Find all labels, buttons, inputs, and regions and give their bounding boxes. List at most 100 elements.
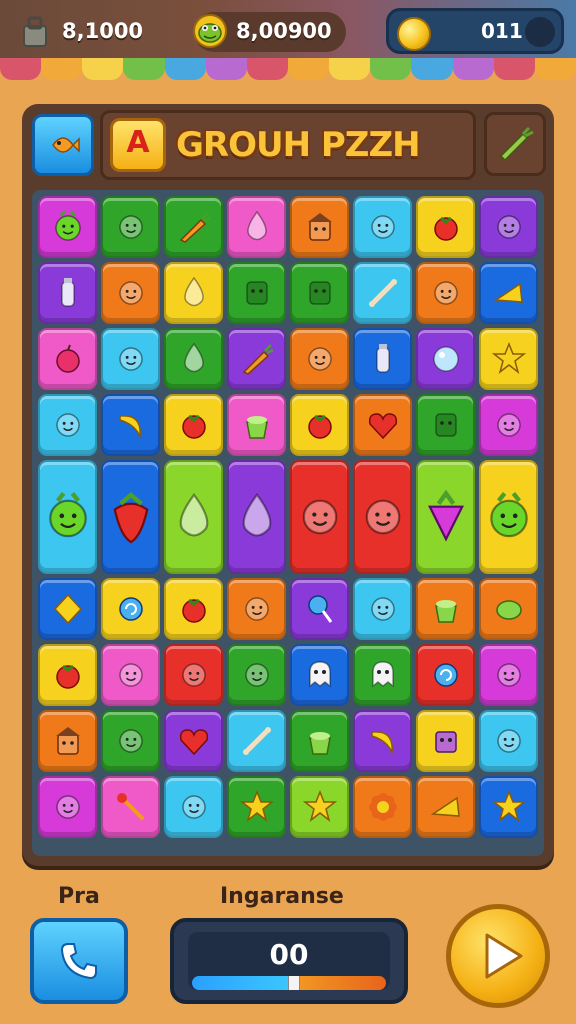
carrot-button[interactable]: [484, 112, 546, 176]
play-icon: [485, 933, 523, 979]
tile-cyan-frog[interactable]: [38, 460, 97, 574]
tile-green-toast[interactable]: [227, 262, 286, 324]
tile-red-face[interactable]: [353, 460, 412, 574]
tile-green-ghost[interactable]: [353, 644, 412, 706]
cheese-icon: [430, 796, 460, 817]
meter-thumb[interactable]: [287, 976, 300, 990]
tile-blue-skull[interactable]: [290, 644, 349, 706]
tile-orange-face[interactable]: [101, 262, 160, 324]
tile-pink-apple[interactable]: [38, 328, 97, 390]
star-icon: [302, 789, 337, 822]
tile-orange-face[interactable]: [227, 578, 286, 640]
tile-yellow-robot[interactable]: [416, 710, 475, 772]
robot-icon: [434, 731, 457, 753]
left-label: Pra: [58, 884, 100, 909]
tile-cyan-face[interactable]: [164, 776, 223, 838]
fish-button[interactable]: [32, 114, 94, 176]
tile-cyan-face[interactable]: [38, 394, 97, 456]
tile-purple-carrot[interactable]: [227, 328, 286, 390]
face-icon: [244, 597, 269, 621]
tile-magenta-frog[interactable]: [38, 196, 97, 258]
tile-cyan-face[interactable]: [353, 196, 412, 258]
tile-yellow-berry[interactable]: [290, 394, 349, 456]
tile-red-swirl[interactable]: [416, 644, 475, 706]
tile-green-face[interactable]: [101, 196, 160, 258]
tile-yellow-frog[interactable]: [479, 460, 538, 574]
cheese-icon: [493, 282, 523, 303]
tile-pink-face[interactable]: [101, 644, 160, 706]
tile-green-face[interactable]: [101, 710, 160, 772]
tile-blue-bottle[interactable]: [353, 328, 412, 390]
tile-purple-face[interactable]: [479, 196, 538, 258]
tile-blue-cheese[interactable]: [479, 262, 538, 324]
tile-green-face[interactable]: [227, 644, 286, 706]
star-icon: [491, 341, 526, 374]
tile-yellow-berry[interactable]: [164, 394, 223, 456]
tile-lime-drop[interactable]: [164, 460, 223, 574]
tile-orange-flower[interactable]: [353, 776, 412, 838]
tile-cyan-bone[interactable]: [353, 262, 412, 324]
tile-orange-face[interactable]: [290, 328, 349, 390]
tile-pink-wand[interactable]: [101, 776, 160, 838]
tile-purple-drop[interactable]: [227, 460, 286, 574]
tile-cyan-face[interactable]: [101, 328, 160, 390]
tile-orange-cheese[interactable]: [416, 776, 475, 838]
tile-green-cake[interactable]: [290, 710, 349, 772]
tile-green-drop[interactable]: [164, 328, 223, 390]
tile-yellow-berry[interactable]: [38, 644, 97, 706]
tile-yellow-berry[interactable]: [164, 578, 223, 640]
title-badge: A: [110, 118, 166, 172]
play-button[interactable]: [446, 904, 550, 1008]
tile-purple-bottle[interactable]: [38, 262, 97, 324]
tile-lime-cone[interactable]: [416, 460, 475, 574]
face-icon: [118, 347, 143, 371]
board-title: GROUH PZZH: [176, 125, 421, 165]
tile-blue-banana[interactable]: [101, 394, 160, 456]
tile-orange-heart[interactable]: [353, 394, 412, 456]
tile-orange-face[interactable]: [416, 262, 475, 324]
coin-add-button[interactable]: [525, 17, 555, 47]
tile-orange-house[interactable]: [38, 710, 97, 772]
bottle-icon: [60, 278, 75, 307]
tile-pink-drop[interactable]: [227, 196, 286, 258]
tile-orange-leaf[interactable]: [479, 578, 538, 640]
tile-cyan-bone[interactable]: [227, 710, 286, 772]
tile-cyan-face[interactable]: [353, 578, 412, 640]
phone-button[interactable]: [30, 918, 128, 1004]
frog-icon: [489, 492, 528, 538]
coin-counter[interactable]: 011: [386, 8, 564, 54]
tile-cyan-face[interactable]: [479, 710, 538, 772]
tile-orange-cake[interactable]: [416, 578, 475, 640]
tile-magenta-face[interactable]: [479, 644, 538, 706]
tile-yellow-star[interactable]: [479, 328, 538, 390]
wand-icon: [116, 793, 144, 820]
heart-icon: [368, 413, 397, 440]
tile-red-face[interactable]: [290, 460, 349, 574]
leaf-icon: [495, 600, 522, 620]
tile-yellow-drop[interactable]: [164, 262, 223, 324]
tile-orange-house[interactable]: [290, 196, 349, 258]
tile-purple-lollipop[interactable]: [290, 578, 349, 640]
tile-blue-star[interactable]: [479, 776, 538, 838]
tile-red-face[interactable]: [164, 644, 223, 706]
tile-green-block[interactable]: [290, 262, 349, 324]
tile-pink-cake[interactable]: [227, 394, 286, 456]
berry-icon: [433, 216, 458, 241]
tile-magenta-face[interactable]: [38, 776, 97, 838]
tile-blue-strawberry[interactable]: [101, 460, 160, 574]
tile-yellow-swirl[interactable]: [101, 578, 160, 640]
tile-blue-diamond[interactable]: [38, 578, 97, 640]
carrot-icon: [179, 212, 211, 243]
tile-purple-banana[interactable]: [353, 710, 412, 772]
tile-purple-heart[interactable]: [164, 710, 223, 772]
tile-green-block[interactable]: [416, 394, 475, 456]
cake-icon: [245, 416, 268, 439]
tile-green-star[interactable]: [227, 776, 286, 838]
tile-magenta-face[interactable]: [479, 394, 538, 456]
center-label: Ingaranse: [220, 884, 344, 909]
tile-purple-ball[interactable]: [416, 328, 475, 390]
tile-yellow-berry[interactable]: [416, 196, 475, 258]
lollipop-icon: [307, 595, 332, 623]
tile-lime-star[interactable]: [290, 776, 349, 838]
tile-green-carrot[interactable]: [164, 196, 223, 258]
